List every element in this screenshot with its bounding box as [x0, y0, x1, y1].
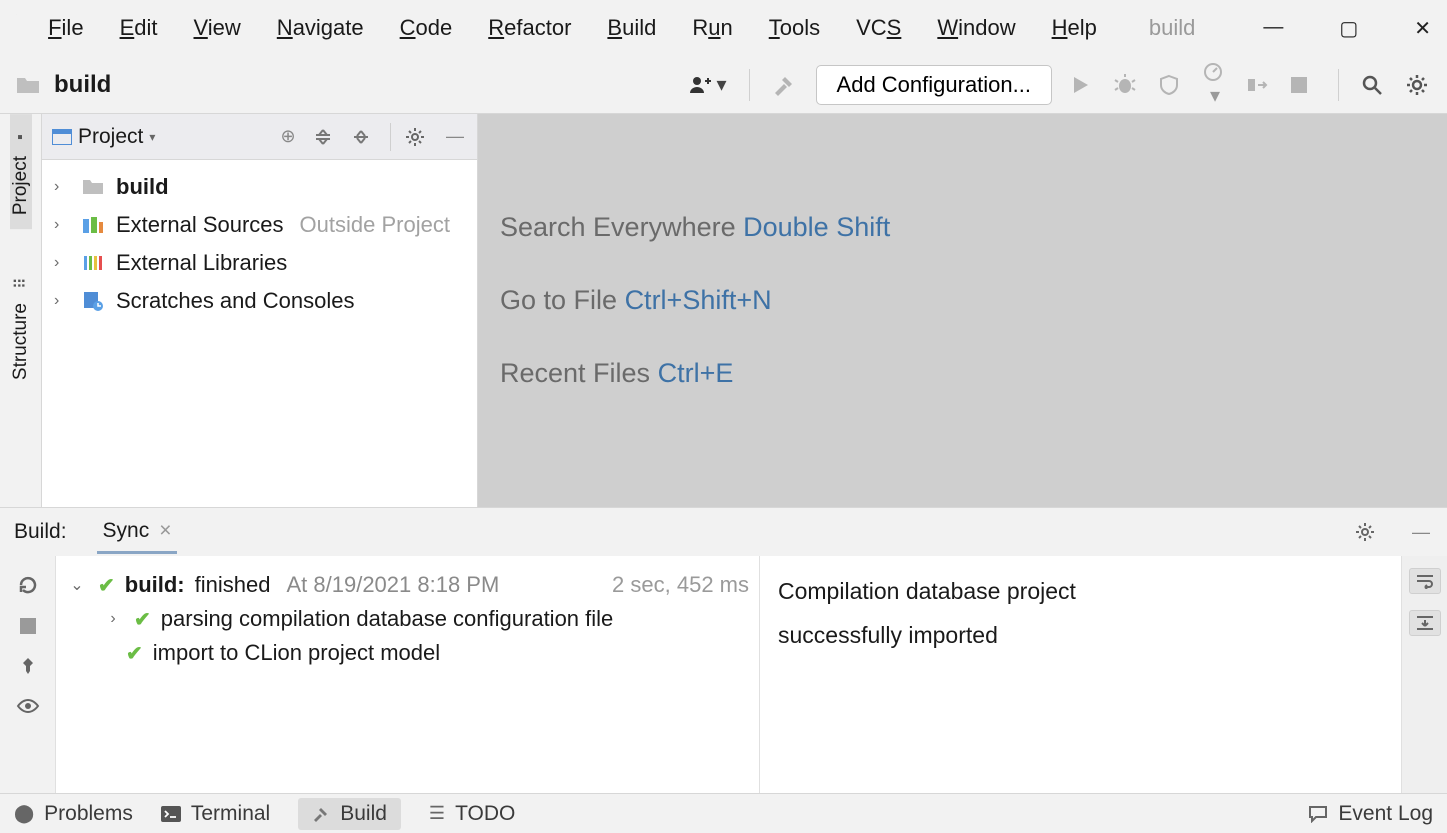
menu-refactor[interactable]: Refactor: [488, 15, 571, 41]
build-gear-icon[interactable]: [1355, 522, 1379, 542]
hammer-icon: [312, 805, 330, 823]
add-configuration-button[interactable]: Add Configuration...: [816, 65, 1052, 105]
warning-icon: ⬤: [14, 803, 34, 824]
check-icon: ✔: [98, 573, 115, 598]
status-problems[interactable]: ⬤ Problems: [14, 802, 133, 826]
attach-icon[interactable]: [1246, 74, 1272, 96]
breadcrumb[interactable]: build: [54, 71, 111, 99]
tree-item-external-sources[interactable]: › External Sources Outside Project: [42, 206, 477, 244]
locate-icon[interactable]: ⊕: [276, 126, 300, 147]
menu-build[interactable]: Build: [607, 15, 656, 41]
ext-sources-icon: [82, 216, 106, 234]
chevron-right-icon[interactable]: ›: [102, 610, 124, 628]
build-child-row[interactable]: › ✔ parsing compilation database configu…: [66, 602, 749, 636]
left-tool-gutter: Project ▪ Structure ⠿: [0, 114, 42, 507]
build-tool-window: Build: Sync × — ⌄ ✔ build: finished At 8…: [0, 507, 1447, 793]
collapse-all-icon[interactable]: [352, 128, 376, 146]
close-icon[interactable]: ×: [159, 519, 171, 543]
menu-window[interactable]: Window: [937, 15, 1015, 41]
tool-tab-project[interactable]: Project ▪: [10, 114, 32, 229]
menu-bar: File Edit View Navigate Code Refactor Bu…: [0, 0, 1447, 56]
chevron-right-icon[interactable]: ›: [54, 292, 72, 310]
editor-empty-state: Search Everywhere Double Shift Go to Fil…: [478, 114, 1447, 507]
project-view-selector[interactable]: Project▾: [52, 125, 155, 149]
debug-icon[interactable]: [1114, 74, 1140, 96]
search-icon[interactable]: [1361, 74, 1387, 96]
chevron-down-icon[interactable]: ⌄: [66, 575, 88, 595]
build-tab-sync[interactable]: Sync ×: [97, 511, 178, 554]
menu-code[interactable]: Code: [400, 15, 453, 41]
check-icon: ✔: [126, 641, 143, 666]
build-child-row[interactable]: ✔ import to CLion project model: [66, 636, 749, 670]
coverage-icon[interactable]: [1158, 74, 1184, 96]
build-side-toolbar: [0, 556, 56, 793]
settings-gear-icon[interactable]: [1405, 73, 1431, 97]
chevron-right-icon[interactable]: ›: [54, 178, 72, 196]
eye-icon[interactable]: [16, 698, 40, 714]
ext-libraries-icon: [82, 254, 106, 272]
menu-tools[interactable]: Tools: [769, 15, 820, 41]
window-close-icon[interactable]: ✕: [1414, 16, 1431, 41]
build-root-row[interactable]: ⌄ ✔ build: finished At 8/19/2021 8:18 PM…: [66, 568, 749, 602]
terminal-icon: [161, 806, 181, 822]
chevron-right-icon[interactable]: ›: [54, 254, 72, 272]
status-build[interactable]: Build: [298, 798, 401, 830]
hint-recent-files: Recent Files Ctrl+E: [500, 358, 1447, 389]
status-terminal[interactable]: Terminal: [161, 802, 270, 826]
hammer-icon[interactable]: [772, 73, 798, 97]
project-tool-window: Project▾ ⊕ — › build ›: [42, 114, 478, 507]
list-icon: ☰: [429, 803, 445, 824]
menu-view[interactable]: View: [194, 15, 241, 41]
avatar-dropdown[interactable]: ▾: [688, 72, 726, 97]
menu-vcs[interactable]: VCS: [856, 15, 901, 41]
project-panel-header: Project▾ ⊕ —: [42, 114, 477, 160]
hint-goto-file: Go to File Ctrl+Shift+N: [500, 285, 1447, 316]
folder-icon: [82, 178, 106, 196]
menu-run[interactable]: Run: [692, 15, 732, 41]
tree-item-external-libraries[interactable]: › External Libraries: [42, 244, 477, 282]
menu-help[interactable]: Help: [1052, 15, 1097, 41]
pin-icon[interactable]: [18, 656, 38, 676]
run-icon[interactable]: [1070, 75, 1096, 95]
menu-navigate[interactable]: Navigate: [277, 15, 364, 41]
check-icon: ✔: [134, 607, 151, 632]
profile-icon[interactable]: ▾: [1202, 61, 1228, 108]
tree-item-build[interactable]: › build: [42, 168, 477, 206]
build-output[interactable]: Compilation database project successfull…: [760, 556, 1401, 793]
status-todo[interactable]: ☰ TODO: [429, 802, 515, 826]
navigation-toolbar: build ▾ Add Configuration... ▾: [0, 56, 1447, 114]
build-label: Build:: [14, 520, 67, 544]
rerun-icon[interactable]: [17, 574, 39, 596]
panel-gear-icon[interactable]: [405, 127, 429, 147]
hint-search-everywhere: Search Everywhere Double Shift: [500, 212, 1447, 243]
chat-icon: [1308, 805, 1328, 823]
chevron-right-icon[interactable]: ›: [54, 216, 72, 234]
window-maximize-icon[interactable]: ▢: [1339, 16, 1358, 41]
soft-wrap-icon[interactable]: [1409, 568, 1441, 594]
tree-item-scratches[interactable]: › Scratches and Consoles: [42, 282, 477, 320]
window-name: build: [1149, 15, 1195, 41]
menu-file[interactable]: File: [48, 15, 83, 41]
folder-icon: ▪: [11, 134, 29, 140]
scroll-to-end-icon[interactable]: [1409, 610, 1441, 636]
hide-panel-icon[interactable]: —: [443, 126, 467, 147]
menu-edit[interactable]: Edit: [120, 15, 158, 41]
stop-build-icon[interactable]: [20, 618, 36, 634]
structure-icon: ⠿: [11, 277, 31, 289]
project-tree[interactable]: › build › External Sources Outside Proje…: [42, 160, 477, 328]
build-right-toolbar: [1401, 556, 1447, 793]
build-event-tree[interactable]: ⌄ ✔ build: finished At 8/19/2021 8:18 PM…: [56, 556, 760, 793]
expand-all-icon[interactable]: [314, 128, 338, 146]
tool-tab-structure[interactable]: Structure ⠿: [10, 259, 32, 394]
status-event-log[interactable]: Event Log: [1308, 802, 1433, 826]
window-minimize-icon[interactable]: —: [1263, 16, 1283, 41]
folder-icon: [16, 75, 40, 95]
hide-build-icon[interactable]: —: [1409, 522, 1433, 543]
stop-icon[interactable]: [1290, 76, 1316, 94]
scratches-icon: [82, 291, 106, 311]
status-bar: ⬤ Problems Terminal Build ☰ TODO Event L…: [0, 793, 1447, 833]
